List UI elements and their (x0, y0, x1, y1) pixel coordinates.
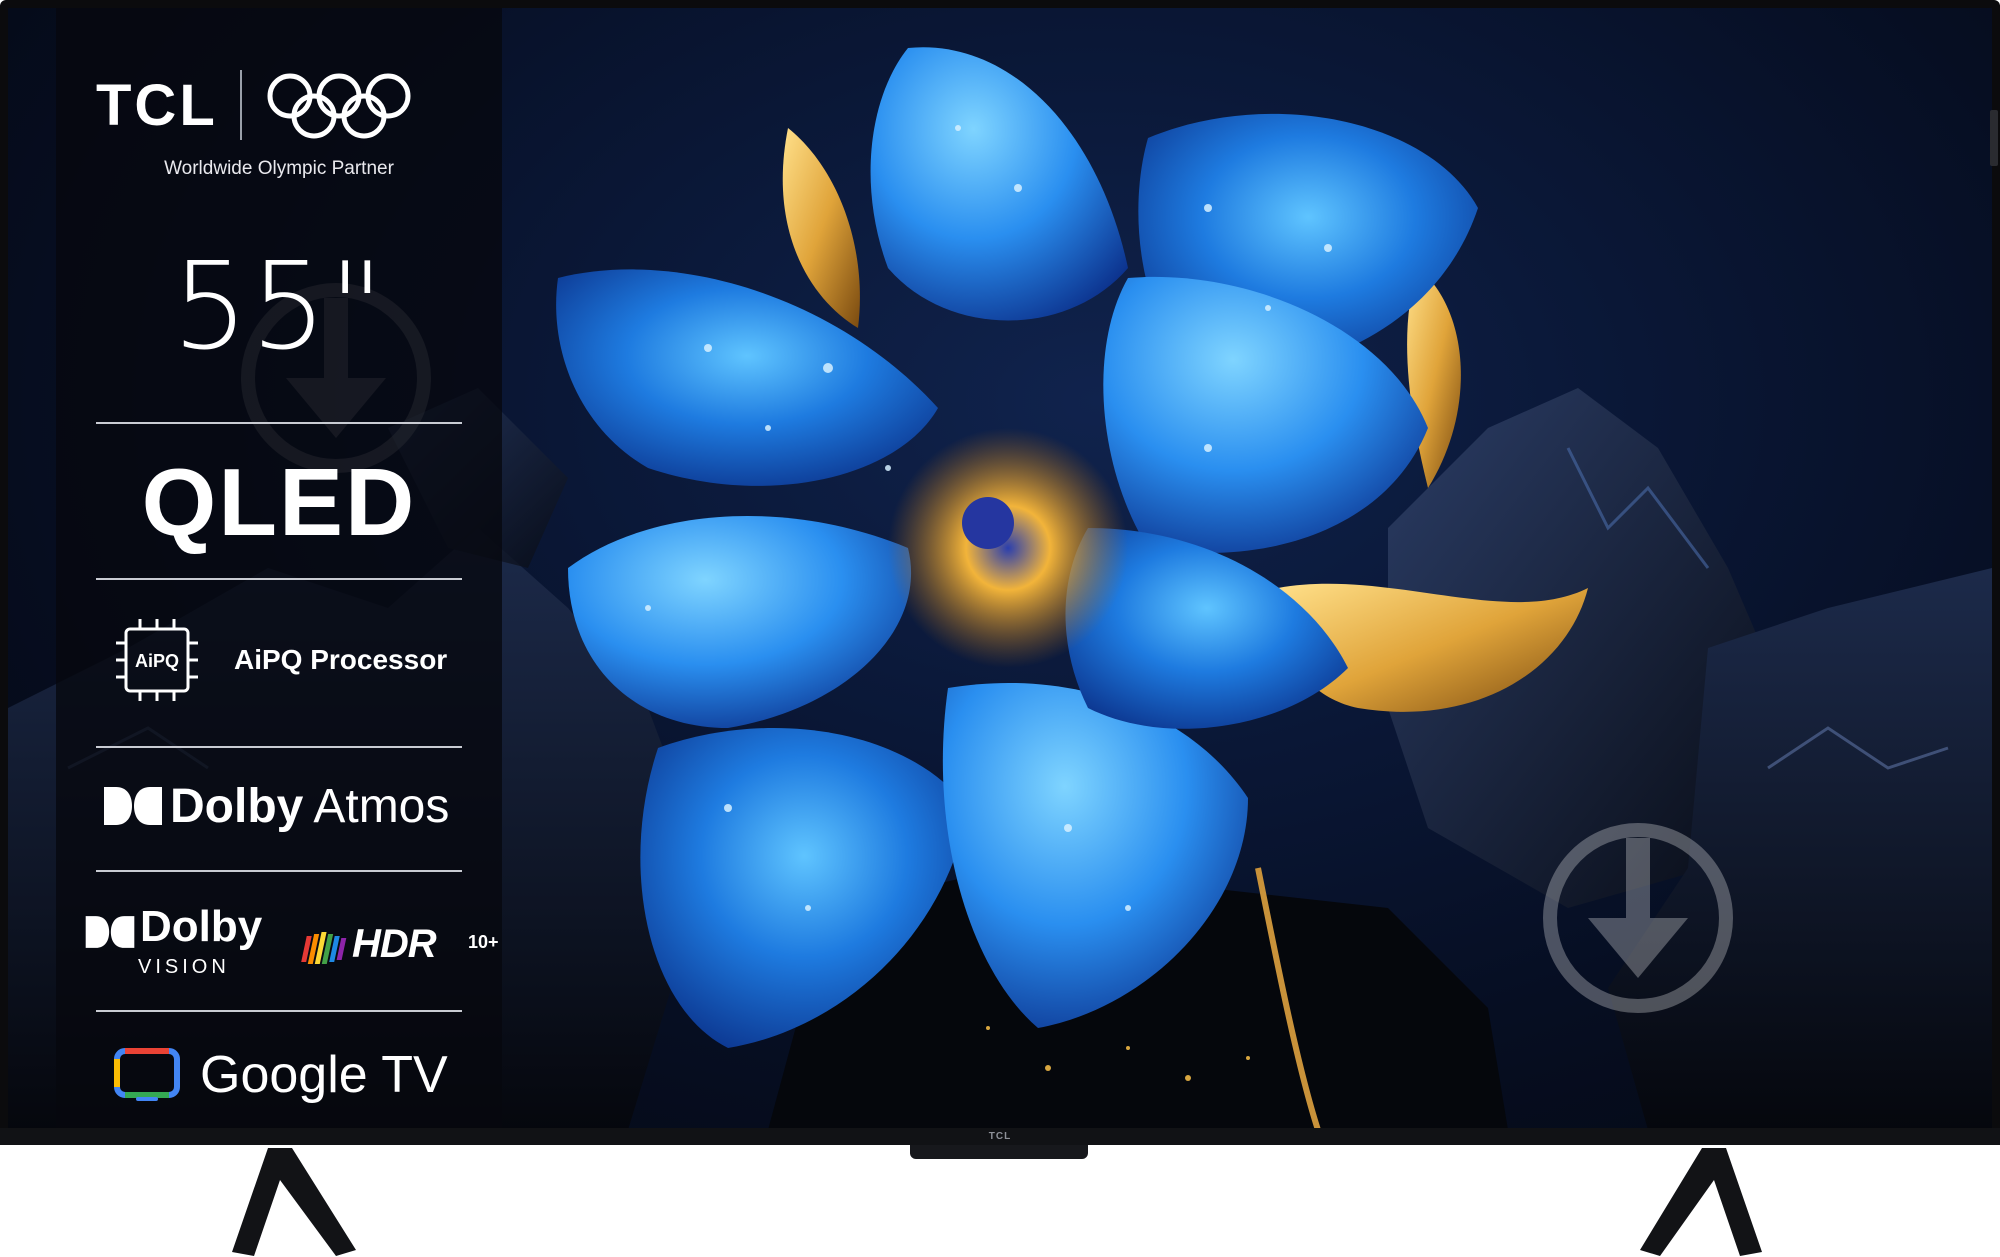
divider (96, 578, 462, 580)
hdr10-plus-logo: HDR 10+ (300, 922, 500, 972)
olympic-rings-icon (267, 73, 411, 139)
divider (96, 746, 462, 748)
hdr-stripes-icon (301, 932, 347, 964)
processor-label: AiPQ Processor (234, 644, 448, 675)
google-tv-icon (114, 1048, 180, 1101)
download-watermark-icon (1543, 823, 1733, 1013)
tv-bezel: TCL Worldwide Olympic Partner 55" QLED A… (0, 0, 2000, 1145)
video-formats: Dolby VISION HDR 10+ (84, 902, 499, 994)
google-tv-wordmark: Google TV (200, 1046, 448, 1104)
side-power-button (1990, 110, 1998, 166)
atmos-wordmark: Atmos (313, 779, 450, 833)
tv-stand-feet (232, 1148, 1762, 1256)
divider (96, 870, 462, 872)
qled-badge: QLED (141, 449, 417, 556)
vision-subtext: VISION (138, 956, 230, 978)
brand-separator (239, 70, 242, 140)
tcl-logo: TCL (96, 72, 218, 138)
aipq-chip-icon: AiPQ (116, 619, 198, 701)
brand-row: TCL (96, 70, 476, 140)
hdr-wordmark: HDR (352, 922, 437, 966)
tv-screen: TCL Worldwide Olympic Partner 55" QLED A… (8, 8, 1992, 1130)
chip-label: AiPQ (135, 651, 179, 671)
dolby-vision-wordmark: Dolby (140, 902, 263, 951)
dolby-vision-logo: Dolby VISION (84, 902, 274, 994)
google-tv-logo: Google TV (114, 1040, 494, 1110)
dolby-double-d-icon (104, 787, 162, 825)
dolby-atmos-logo: Dolby Atmos (102, 776, 482, 836)
feature-panel: TCL Worldwide Olympic Partner 55" QLED A… (56, 8, 502, 1130)
processor-feature: AiPQ AiPQ Processor (114, 616, 494, 704)
screen-size: 55" (172, 238, 386, 377)
hdr-suffix: 10+ (468, 932, 499, 952)
partner-text: Worldwide Olympic Partner (164, 158, 394, 179)
divider (96, 422, 462, 424)
dolby-double-d-icon (85, 916, 135, 948)
tv-product-image: TCL Worldwide Olympic Partner 55" QLED A… (0, 0, 2000, 1257)
dolby-wordmark: Dolby (170, 779, 304, 833)
divider (96, 1010, 462, 1012)
